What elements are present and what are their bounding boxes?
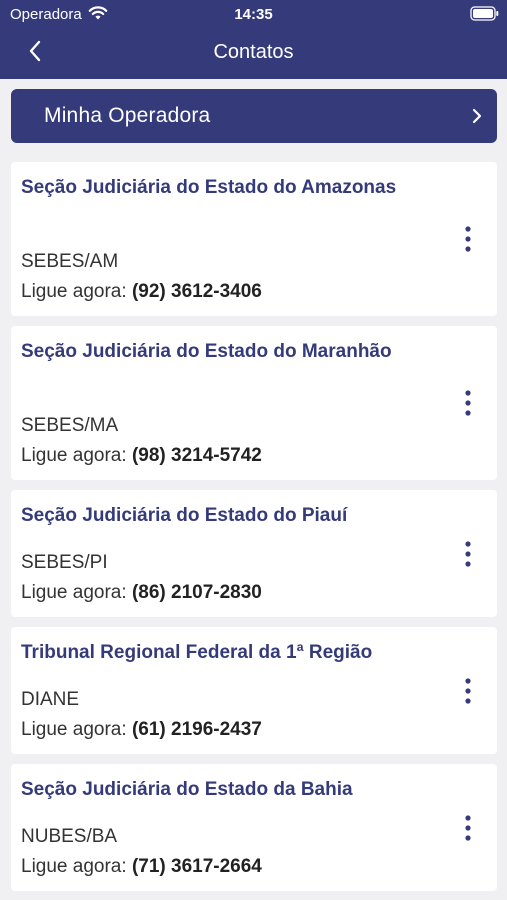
more-vertical-icon — [465, 390, 471, 416]
nav-bar: Contatos — [0, 30, 507, 76]
more-options-button[interactable] — [460, 814, 476, 842]
more-vertical-icon — [465, 541, 471, 567]
contact-code: SEBES/PI — [21, 552, 108, 573]
chevron-right-icon — [470, 108, 484, 124]
call-label: Ligue agora: — [21, 856, 127, 877]
contact-phone-line[interactable]: Ligue agora: (61) 2196-2437 — [21, 719, 262, 741]
contact-name: Seção Judiciária do Estado do Piauí — [21, 505, 348, 526]
call-label: Ligue agora: — [21, 281, 127, 302]
more-vertical-icon — [465, 815, 471, 841]
call-label: Ligue agora: — [21, 719, 127, 740]
contact-phone-line[interactable]: Ligue agora: (86) 2107-2830 — [21, 582, 262, 604]
contact-card: Tribunal Regional Federal da 1ª Região D… — [11, 627, 497, 754]
contact-name: Seção Judiciária do Estado da Bahia — [21, 779, 353, 800]
contact-phone-line[interactable]: Ligue agora: (98) 3214-5742 — [21, 445, 262, 467]
minha-operadora-button[interactable]: Minha Operadora — [11, 89, 497, 143]
contact-card: Seção Judiciária do Estado do Piauí SEBE… — [11, 490, 497, 617]
phone-number[interactable]: (92) 3612-3406 — [132, 281, 262, 302]
more-options-button[interactable] — [460, 225, 476, 253]
more-options-button[interactable] — [460, 540, 476, 568]
phone-number[interactable]: (71) 3617-2664 — [132, 856, 262, 877]
app-header: Operadora 14:35 Contatos — [0, 0, 507, 79]
contact-code: NUBES/BA — [21, 826, 118, 847]
call-label: Ligue agora: — [21, 582, 127, 603]
contact-code: SEBES/MA — [21, 415, 119, 436]
status-bar: Operadora 14:35 — [0, 0, 507, 28]
contact-code: SEBES/AM — [21, 251, 119, 272]
contact-phone-line[interactable]: Ligue agora: (71) 3617-2664 — [21, 856, 262, 878]
contact-code: DIANE — [21, 689, 80, 710]
contact-phone-line[interactable]: Ligue agora: (92) 3612-3406 — [21, 281, 262, 303]
call-label: Ligue agora: — [21, 445, 127, 466]
contact-card: Seção Judiciária do Estado do Amazonas S… — [11, 162, 497, 316]
contact-name: Seção Judiciária do Estado do Maranhão — [21, 341, 392, 362]
phone-number[interactable]: (61) 2196-2437 — [132, 719, 262, 740]
more-vertical-icon — [465, 678, 471, 704]
status-time: 14:35 — [234, 6, 273, 23]
contact-name: Tribunal Regional Federal da 1ª Região — [21, 642, 373, 663]
phone-number[interactable]: (98) 3214-5742 — [132, 445, 262, 466]
more-options-button[interactable] — [460, 677, 476, 705]
contact-card: Seção Judiciária do Estado da Bahia NUBE… — [11, 764, 497, 891]
contact-list: Seção Judiciária do Estado do Amazonas S… — [11, 162, 497, 900]
contact-name: Seção Judiciária do Estado do Amazonas — [21, 177, 397, 198]
contact-card: Seção Judiciária do Estado do Maranhão S… — [11, 326, 497, 480]
more-options-button[interactable] — [460, 389, 476, 417]
phone-number[interactable]: (86) 2107-2830 — [132, 582, 262, 603]
page-title: Contatos — [213, 41, 294, 63]
battery-icon — [470, 6, 500, 21]
minha-operadora-label: Minha Operadora — [44, 104, 211, 127]
more-vertical-icon — [465, 226, 471, 252]
